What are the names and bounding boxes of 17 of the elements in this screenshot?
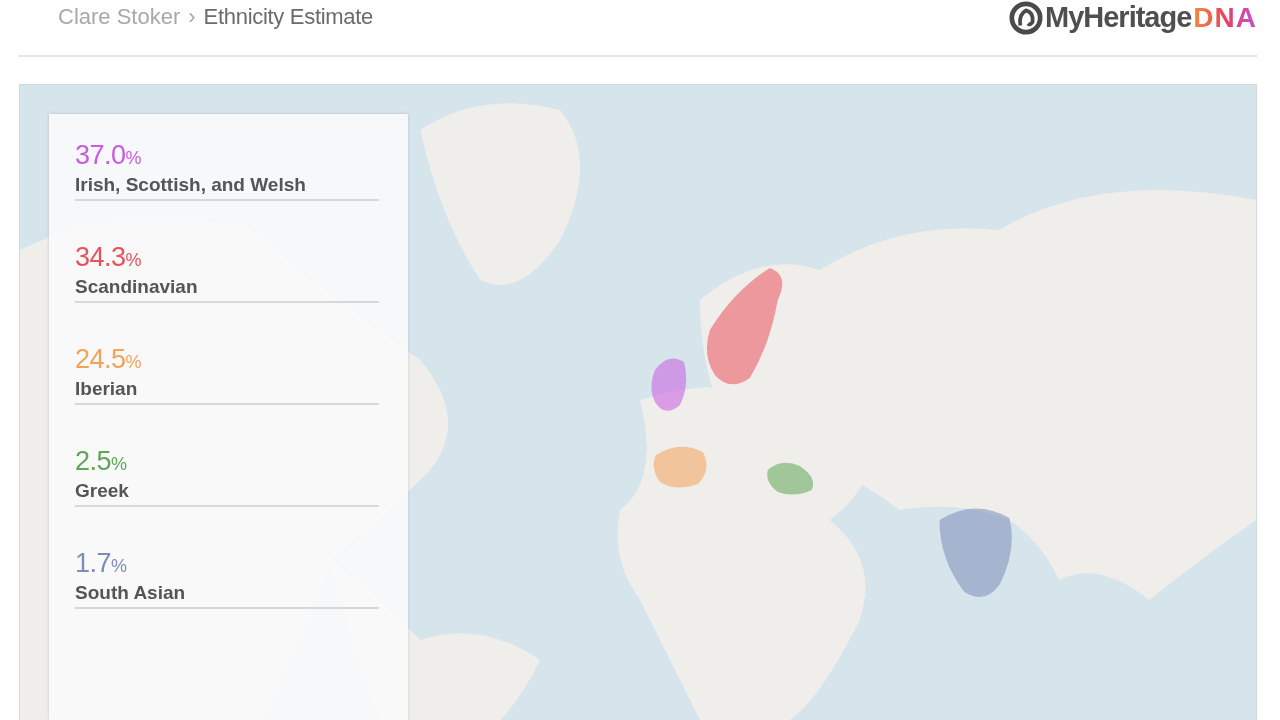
- breadcrumb-separator: ›: [188, 3, 196, 30]
- ethnicity-name[interactable]: South Asian: [75, 581, 379, 605]
- page-title: Ethnicity Estimate: [203, 3, 374, 30]
- region-highlight: [653, 446, 707, 488]
- region-highlight: [651, 358, 687, 411]
- ethnicity-name[interactable]: Iberian: [75, 377, 379, 401]
- ethnicity-name[interactable]: Scandinavian: [75, 275, 379, 299]
- ethnicity-percentage: 24.5%: [75, 344, 143, 376]
- logo-wordmark: MyHeritage: [1045, 1, 1192, 34]
- ethnicity-percentage: 37.0%: [75, 140, 143, 172]
- ethnicity-percentage: 1.7%: [75, 548, 128, 580]
- ethnicity-name[interactable]: Greek: [75, 479, 379, 503]
- ethnicity-percentage: 34.3%: [75, 242, 143, 274]
- ethnicity-name[interactable]: Irish, Scottish, and Welsh: [75, 173, 379, 197]
- logo-icon: [1009, 0, 1043, 35]
- ethnicity-percentage: 2.5%: [75, 446, 128, 478]
- region-highlight: [767, 462, 814, 495]
